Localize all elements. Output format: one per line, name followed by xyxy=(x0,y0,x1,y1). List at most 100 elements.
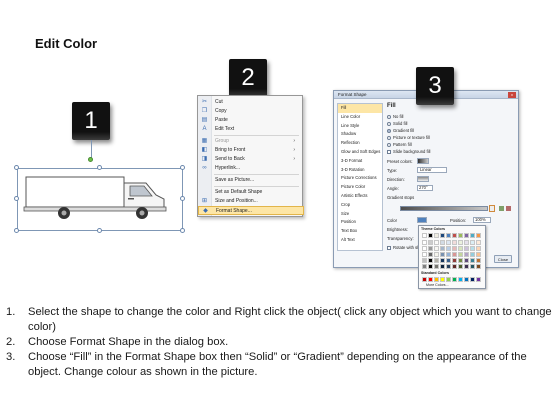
menu-item-edit-text[interactable]: A Edit Text xyxy=(198,125,304,134)
color-swatch[interactable] xyxy=(446,277,451,282)
radio-pattern-fill[interactable]: Pattern fill xyxy=(387,142,412,148)
color-swatch[interactable] xyxy=(464,277,469,282)
category-line-style[interactable]: Line Style xyxy=(338,122,382,131)
checkbox-slide-background[interactable]: Slide background fill xyxy=(387,149,430,155)
color-swatch[interactable] xyxy=(452,246,457,251)
color-swatch[interactable] xyxy=(434,233,439,238)
close-icon[interactable]: x xyxy=(508,92,516,98)
color-swatch[interactable] xyxy=(464,246,469,251)
gradient-stop-handle[interactable] xyxy=(489,205,495,212)
color-swatch[interactable] xyxy=(458,246,463,251)
menu-item-hyperlink[interactable]: ∞ Hyperlink... xyxy=(198,164,304,173)
category-size[interactable]: Size xyxy=(338,210,382,219)
color-swatch[interactable] xyxy=(422,246,427,251)
resize-handle[interactable] xyxy=(180,165,185,170)
color-swatch[interactable] xyxy=(464,240,469,245)
color-swatch[interactable] xyxy=(458,264,463,269)
color-swatch[interactable] xyxy=(470,264,475,269)
color-swatch[interactable] xyxy=(440,258,445,263)
radio-solid-fill[interactable]: Solid fill xyxy=(387,121,407,127)
menu-item-size-position[interactable]: ⊞ Size and Position... xyxy=(198,197,304,206)
color-swatch[interactable] xyxy=(422,240,427,245)
category-text-box[interactable]: Text Box xyxy=(338,227,382,236)
color-swatch[interactable] xyxy=(428,233,433,238)
category-3d-format[interactable]: 3-D Format xyxy=(338,157,382,166)
color-swatch[interactable] xyxy=(476,233,481,238)
color-swatch[interactable] xyxy=(476,258,481,263)
category-picture-color[interactable]: Picture Color xyxy=(338,183,382,192)
menu-item-cut[interactable]: ✂ Cut xyxy=(198,98,304,107)
color-swatch[interactable] xyxy=(422,252,427,257)
color-swatch[interactable] xyxy=(440,264,445,269)
color-swatch[interactable] xyxy=(428,240,433,245)
category-reflection[interactable]: Reflection xyxy=(338,139,382,148)
color-swatch[interactable] xyxy=(452,233,457,238)
close-button[interactable]: Close xyxy=(494,255,512,263)
direction-dropdown[interactable] xyxy=(417,176,429,182)
color-swatch[interactable] xyxy=(446,252,451,257)
category-position[interactable]: Position xyxy=(338,218,382,227)
resize-handle[interactable] xyxy=(97,165,102,170)
color-swatch[interactable] xyxy=(434,258,439,263)
color-swatch[interactable] xyxy=(446,233,451,238)
more-colors-link[interactable]: More Colors... xyxy=(426,283,449,288)
resize-handle[interactable] xyxy=(14,165,19,170)
type-select[interactable]: Linear xyxy=(417,167,447,173)
color-swatch[interactable] xyxy=(458,240,463,245)
color-swatch[interactable] xyxy=(476,264,481,269)
color-swatch[interactable] xyxy=(470,252,475,257)
color-swatch[interactable] xyxy=(464,258,469,263)
color-swatch[interactable] xyxy=(458,252,463,257)
menu-item-copy[interactable]: ❐ Copy xyxy=(198,107,304,116)
color-swatch[interactable] xyxy=(470,233,475,238)
color-swatch[interactable] xyxy=(440,277,445,282)
menu-item-paste[interactable]: ▤ Paste xyxy=(198,116,304,125)
color-swatch[interactable] xyxy=(434,277,439,282)
color-swatch[interactable] xyxy=(476,246,481,251)
color-swatch[interactable] xyxy=(464,264,469,269)
category-fill[interactable]: Fill xyxy=(338,104,382,113)
color-swatch[interactable] xyxy=(464,233,469,238)
color-swatch[interactable] xyxy=(476,240,481,245)
preset-colors-dropdown[interactable] xyxy=(417,158,429,164)
position-input[interactable]: 100% xyxy=(473,217,491,223)
add-stop-icon[interactable] xyxy=(499,206,504,211)
color-swatch[interactable] xyxy=(440,240,445,245)
radio-picture-fill[interactable]: Picture or texture fill xyxy=(387,135,430,141)
color-swatch[interactable] xyxy=(446,246,451,251)
color-swatch[interactable] xyxy=(458,233,463,238)
color-swatch[interactable] xyxy=(446,240,451,245)
color-swatch[interactable] xyxy=(452,240,457,245)
color-swatch[interactable] xyxy=(422,277,427,282)
color-swatch[interactable] xyxy=(458,258,463,263)
color-swatch[interactable] xyxy=(452,258,457,263)
menu-item-send-to-back[interactable]: ◨ Send to Back › xyxy=(198,155,304,164)
resize-handle[interactable] xyxy=(14,196,19,201)
category-artistic-effects[interactable]: Artistic Effects xyxy=(338,192,382,201)
resize-handle[interactable] xyxy=(97,228,102,233)
menu-item-group[interactable]: ▦ Group › xyxy=(198,137,304,146)
color-swatch[interactable] xyxy=(428,252,433,257)
color-swatch[interactable] xyxy=(464,252,469,257)
color-swatch[interactable] xyxy=(470,277,475,282)
color-swatch[interactable] xyxy=(440,252,445,257)
color-swatch[interactable] xyxy=(446,264,451,269)
category-glow[interactable]: Glow and Soft Edges xyxy=(338,148,382,157)
color-swatch[interactable] xyxy=(476,277,481,282)
angle-input[interactable]: 270° xyxy=(417,185,433,191)
resize-handle[interactable] xyxy=(180,196,185,201)
color-swatch[interactable] xyxy=(440,246,445,251)
color-swatch[interactable] xyxy=(434,246,439,251)
color-swatch[interactable] xyxy=(452,252,457,257)
menu-item-bring-to-front[interactable]: ◧ Bring to Front › xyxy=(198,146,304,155)
remove-stop-icon[interactable] xyxy=(506,206,511,211)
color-swatch[interactable] xyxy=(428,264,433,269)
color-swatch[interactable] xyxy=(446,258,451,263)
color-swatch[interactable] xyxy=(458,277,463,282)
resize-handle[interactable] xyxy=(180,228,185,233)
color-swatch[interactable] xyxy=(422,233,427,238)
color-swatch[interactable] xyxy=(422,258,427,263)
rotate-handle[interactable] xyxy=(88,157,93,162)
resize-handle[interactable] xyxy=(14,228,19,233)
color-swatch[interactable] xyxy=(476,252,481,257)
